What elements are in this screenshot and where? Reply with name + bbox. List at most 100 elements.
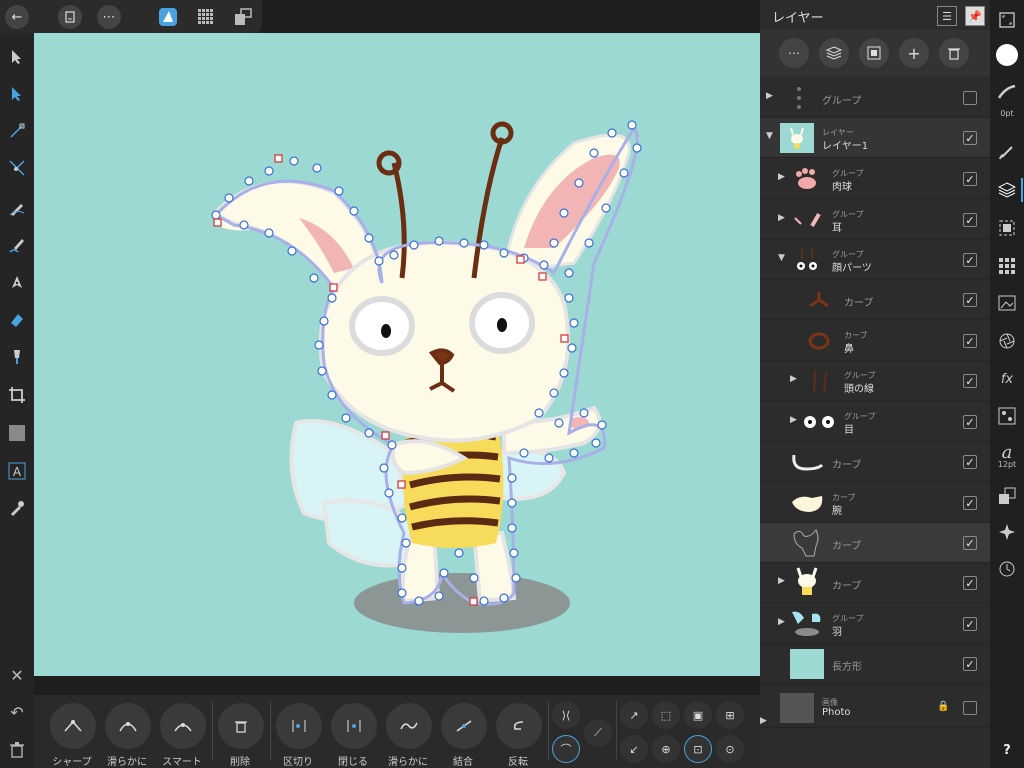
transform-studio-button[interactable] — [995, 484, 1019, 508]
expand-arrow-icon[interactable]: ▶ — [778, 213, 785, 223]
snap-option-button[interactable]: ▣ — [684, 701, 712, 729]
reverse-curve-button[interactable] — [496, 703, 542, 749]
join-curves-button[interactable] — [441, 703, 487, 749]
layer-row[interactable]: ▶ グループ 肉球 ✓ — [760, 159, 990, 199]
back-button[interactable]: ← — [5, 5, 29, 29]
mask-button[interactable] — [859, 38, 889, 68]
swatches-button[interactable] — [995, 254, 1019, 278]
expand-arrow-icon[interactable]: ▶ — [778, 172, 785, 182]
document-menu-button[interactable] — [58, 5, 82, 29]
layer-row[interactable]: ▶ グループ 耳 ✓ — [760, 200, 990, 240]
crop-tool[interactable] — [5, 383, 29, 407]
visibility-checkbox[interactable]: ✓ — [963, 253, 977, 267]
color-picker-tool[interactable] — [5, 496, 29, 520]
snap-option-button[interactable]: ⟋ — [584, 719, 612, 747]
image-studio-button[interactable] — [995, 291, 1019, 315]
smooth-curve-button[interactable] — [386, 703, 432, 749]
effects-button[interactable]: fx — [995, 367, 1019, 391]
visibility-checkbox[interactable]: ✓ — [963, 455, 977, 469]
snap-option-button[interactable]: ↗ — [620, 701, 648, 729]
layer-row[interactable]: カーブ ✓ — [760, 280, 990, 320]
layer-row[interactable]: ▶ グループ 頭の線 ✓ — [760, 361, 990, 401]
visibility-checkbox[interactable]: ✓ — [963, 334, 977, 348]
layer-row[interactable]: ▶ グループ — [760, 78, 990, 118]
expand-arrow-icon[interactable]: ▶ — [778, 576, 785, 586]
color-button[interactable] — [995, 43, 1019, 67]
export-persona-button[interactable] — [232, 6, 254, 28]
pen-tool[interactable] — [5, 271, 29, 295]
move-tool[interactable] — [5, 45, 29, 69]
delete-button[interactable] — [5, 738, 29, 762]
layer-options-button[interactable]: ⋯ — [779, 38, 809, 68]
visibility-checkbox[interactable]: ✓ — [963, 415, 977, 429]
visibility-checkbox[interactable]: ✓ — [963, 293, 977, 307]
sharp-button[interactable] — [50, 703, 96, 749]
layer-row[interactable]: カーブ 腕 ✓ — [760, 483, 990, 523]
snap-option-button[interactable]: ⊕ — [652, 735, 680, 763]
visibility-checkbox[interactable]: ✓ — [963, 536, 977, 550]
corner-tool[interactable] — [5, 119, 29, 143]
panel-pin-button[interactable]: 📌 — [965, 6, 985, 26]
close-button[interactable]: ✕ — [5, 663, 29, 687]
smooth-button[interactable] — [105, 703, 151, 749]
expand-arrow-icon[interactable]: ▶ — [790, 415, 797, 425]
more-button[interactable]: ⋯ — [97, 5, 121, 29]
fill-tool[interactable] — [5, 308, 29, 332]
snap-option-button[interactable]: ⬚ — [652, 701, 680, 729]
navigator-button[interactable] — [995, 520, 1019, 544]
layer-row[interactable]: ▼ レイヤー レイヤー1 ✓ — [760, 118, 990, 158]
appearance-button[interactable] — [995, 329, 1019, 353]
visibility-checkbox[interactable]: ✓ — [963, 172, 977, 186]
layer-row[interactable]: カーブ 鼻 ✓ — [760, 321, 990, 361]
layer-row[interactable]: ▶ 画像 Photo 🔒 — [760, 688, 990, 728]
styles-button[interactable] — [995, 404, 1019, 428]
panel-menu-button[interactable]: ☰ — [937, 6, 957, 26]
layer-row[interactable]: 長方形 ✓ — [760, 644, 990, 684]
visibility-checkbox[interactable]: ✓ — [963, 496, 977, 510]
smart-button[interactable] — [160, 703, 206, 749]
layer-row[interactable]: ▶ グループ 目 ✓ — [760, 402, 990, 442]
close-curve-button[interactable] — [331, 703, 377, 749]
expand-arrow-icon[interactable]: ▶ — [766, 91, 773, 101]
layer-row[interactable]: ▶ カーブ ✓ — [760, 563, 990, 603]
visibility-checkbox[interactable]: ✓ — [963, 213, 977, 227]
undo-button[interactable]: ↶ — [5, 700, 29, 724]
layer-row[interactable]: カーブ ✓ — [760, 442, 990, 482]
node-tool[interactable] — [5, 82, 29, 106]
vector-brush-tool[interactable] — [5, 233, 29, 257]
stroke-button[interactable] — [995, 80, 1019, 104]
document-canvas[interactable] — [34, 33, 760, 676]
visibility-checkbox[interactable] — [963, 91, 977, 105]
visibility-checkbox[interactable]: ✓ — [963, 131, 977, 145]
help-button[interactable]: ? — [995, 738, 1019, 762]
expand-arrow-icon[interactable]: ▼ — [778, 253, 785, 263]
expand-arrow-icon[interactable]: ▶ — [778, 617, 785, 627]
brushes-button[interactable] — [995, 140, 1019, 164]
layers-studio-button[interactable] — [995, 178, 1019, 202]
snap-option-button[interactable]: ⟩⟨ — [552, 701, 580, 729]
snap-option-button[interactable]: ⊡ — [684, 735, 712, 763]
break-curve-button[interactable] — [276, 703, 322, 749]
expand-arrow-icon[interactable]: ▶ — [790, 374, 797, 384]
add-layer-button[interactable]: + — [899, 38, 929, 68]
text-tool[interactable]: A — [5, 459, 29, 483]
point-transform-tool[interactable] — [5, 156, 29, 180]
delete-layer-button[interactable] — [939, 38, 969, 68]
expand-arrow-icon[interactable]: ▶ — [760, 716, 767, 726]
visibility-checkbox[interactable]: ✓ — [963, 617, 977, 631]
snap-option-button[interactable]: ⊙ — [716, 735, 744, 763]
expand-arrow-icon[interactable]: ▼ — [766, 131, 773, 141]
snap-option-button[interactable]: ⌒ — [552, 735, 580, 763]
designer-persona-button[interactable] — [157, 6, 179, 28]
delete-node-button[interactable] — [218, 703, 264, 749]
layer-effects-button[interactable] — [819, 38, 849, 68]
layer-row[interactable]: ▶ グループ 羽 ✓ — [760, 604, 990, 644]
shape-tool[interactable] — [5, 421, 29, 445]
pencil-tool[interactable] — [5, 196, 29, 220]
history-button[interactable] — [995, 557, 1019, 581]
selection-studio-button[interactable] — [995, 216, 1019, 240]
visibility-checkbox[interactable]: ✓ — [963, 657, 977, 671]
transparency-tool[interactable] — [5, 345, 29, 369]
fullscreen-button[interactable] — [995, 8, 1019, 32]
snap-option-button[interactable]: ↙ — [620, 735, 648, 763]
